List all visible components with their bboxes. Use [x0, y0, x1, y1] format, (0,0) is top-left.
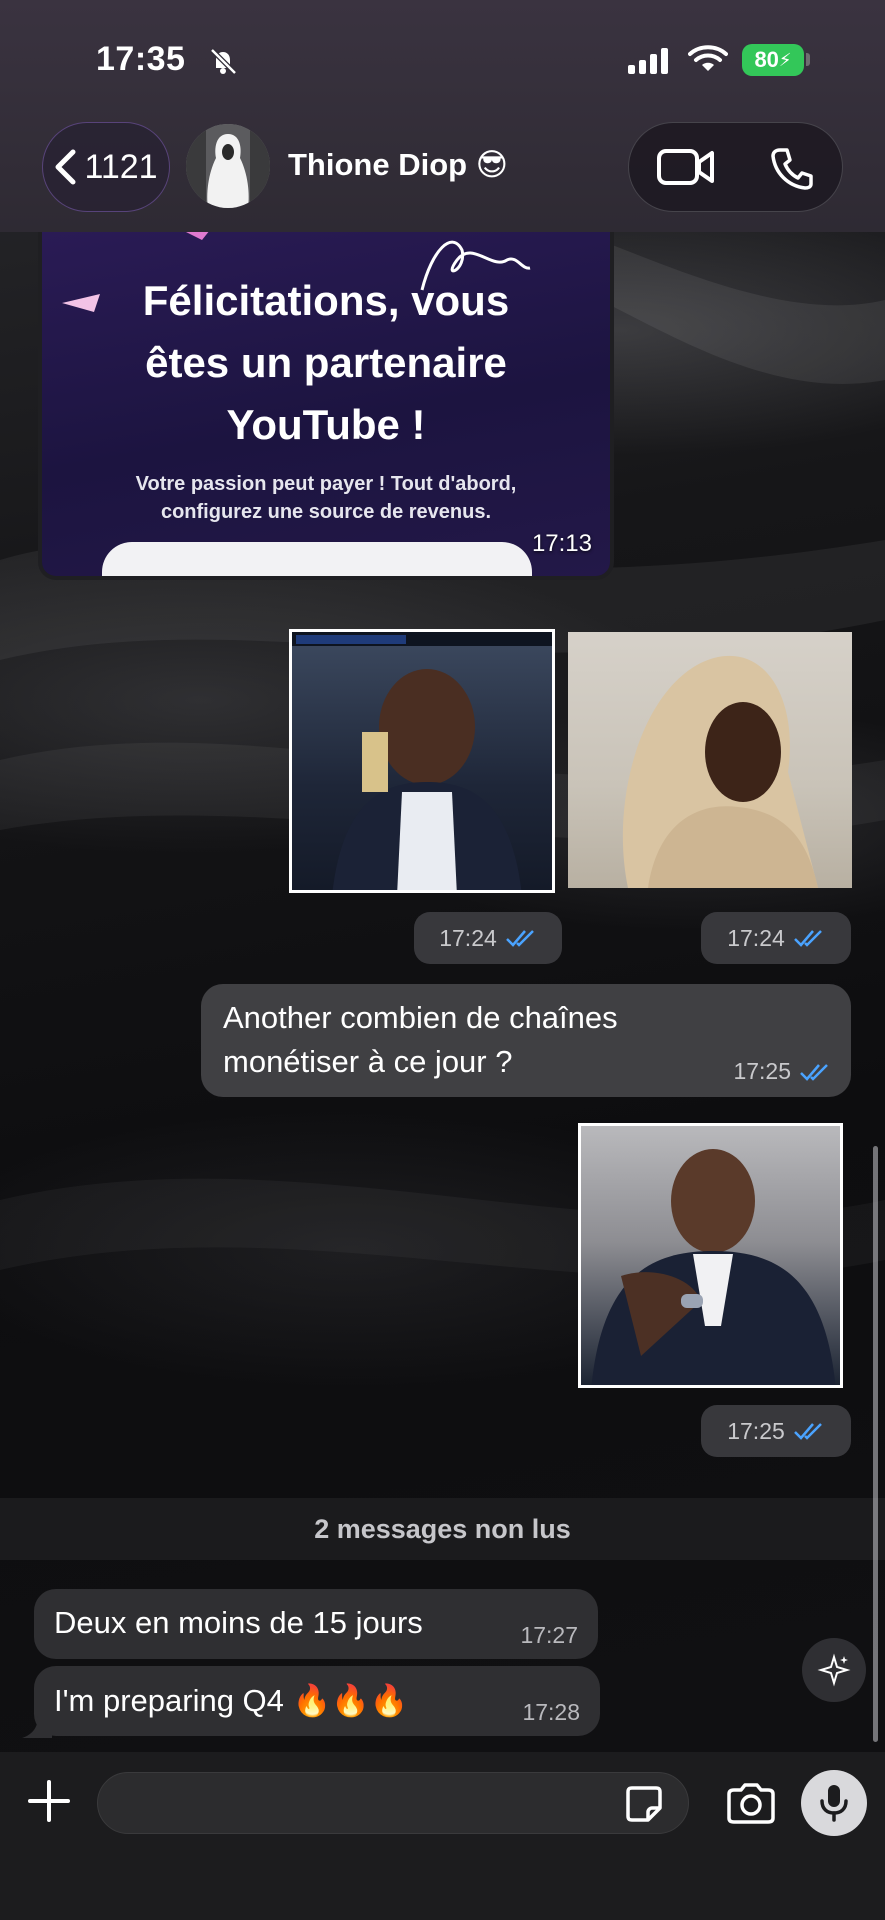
- photo-person-smiling: [292, 632, 552, 890]
- read-ticks-icon: [793, 1423, 822, 1440]
- status-time: 17:35: [96, 40, 186, 78]
- contact-avatar[interactable]: [186, 124, 270, 208]
- incoming-message-bubble[interactable]: Deux en moins de 15 jours 17:27: [34, 1589, 598, 1659]
- microphone-button[interactable]: [801, 1770, 867, 1836]
- read-ticks-icon: [793, 930, 822, 947]
- photo-message[interactable]: [578, 1123, 843, 1388]
- chat-scrollbar[interactable]: [873, 1146, 878, 1742]
- message-text: I'm preparing Q4 🔥🔥🔥: [54, 1683, 409, 1718]
- unread-count: 1121: [84, 147, 158, 186]
- bell-off-icon: [210, 48, 237, 75]
- phone-call-icon[interactable]: [770, 146, 814, 190]
- photo-person-suit: [591, 1149, 836, 1385]
- microphone-icon: [820, 1785, 848, 1822]
- battery-indicator: 80 ⚡: [742, 44, 804, 76]
- youtube-partner-image[interactable]: Félicitations, vous êtes un partenaire Y…: [38, 230, 614, 580]
- wifi-icon: [688, 45, 728, 71]
- cellular-signal-icon: [628, 48, 668, 74]
- read-ticks-icon: [800, 1063, 828, 1081]
- photo-person-hoodie: [622, 655, 818, 888]
- message-meta: 17:25: [733, 1058, 831, 1085]
- message-input[interactable]: [97, 1772, 689, 1834]
- youtube-card-subtitle: Votre passion peut payer ! Tout d'abord,…: [135, 473, 517, 523]
- youtube-card-title: Félicitations, vous êtes un partenaire Y…: [142, 277, 510, 448]
- incoming-message-bubble[interactable]: I'm preparing Q4 🔥🔥🔥 17:28: [34, 1666, 600, 1736]
- message-time: 17:13: [531, 530, 592, 557]
- photo-message[interactable]: [289, 629, 555, 893]
- outgoing-message-bubble[interactable]: Another combien de chaînes monétiser à c…: [201, 984, 851, 1097]
- video-call-icon[interactable]: [656, 146, 716, 188]
- unread-messages-divider: 2 messages non lus: [0, 1498, 885, 1560]
- message-time-pill: 17:24: [701, 912, 851, 964]
- read-ticks-icon: [505, 930, 534, 947]
- bubble-tail: [22, 1716, 52, 1738]
- sticker-icon[interactable]: [624, 1784, 664, 1824]
- message-time: 17:28: [522, 1699, 580, 1725]
- message-time-pill: 17:25: [701, 1405, 851, 1457]
- avatar-figure: [186, 124, 270, 208]
- plus-icon[interactable]: [26, 1778, 72, 1824]
- back-button[interactable]: 1121: [42, 122, 170, 212]
- message-text: Deux en moins de 15 jours: [54, 1605, 423, 1640]
- youtube-card-button: [102, 542, 532, 576]
- ai-sparkle-button[interactable]: [802, 1638, 866, 1702]
- photo-message[interactable]: [568, 632, 852, 888]
- battery-tip: [806, 53, 810, 66]
- camera-icon[interactable]: [725, 1782, 777, 1824]
- message-time: 17:27: [520, 1622, 578, 1648]
- sparkle-icon: [817, 1653, 851, 1687]
- chevron-left-icon: [55, 149, 76, 185]
- contact-name[interactable]: Thione Diop 😎: [288, 147, 508, 183]
- message-time-pill: 17:24: [414, 912, 562, 964]
- message-text: Another combien de chaînes monétiser à c…: [223, 1000, 618, 1079]
